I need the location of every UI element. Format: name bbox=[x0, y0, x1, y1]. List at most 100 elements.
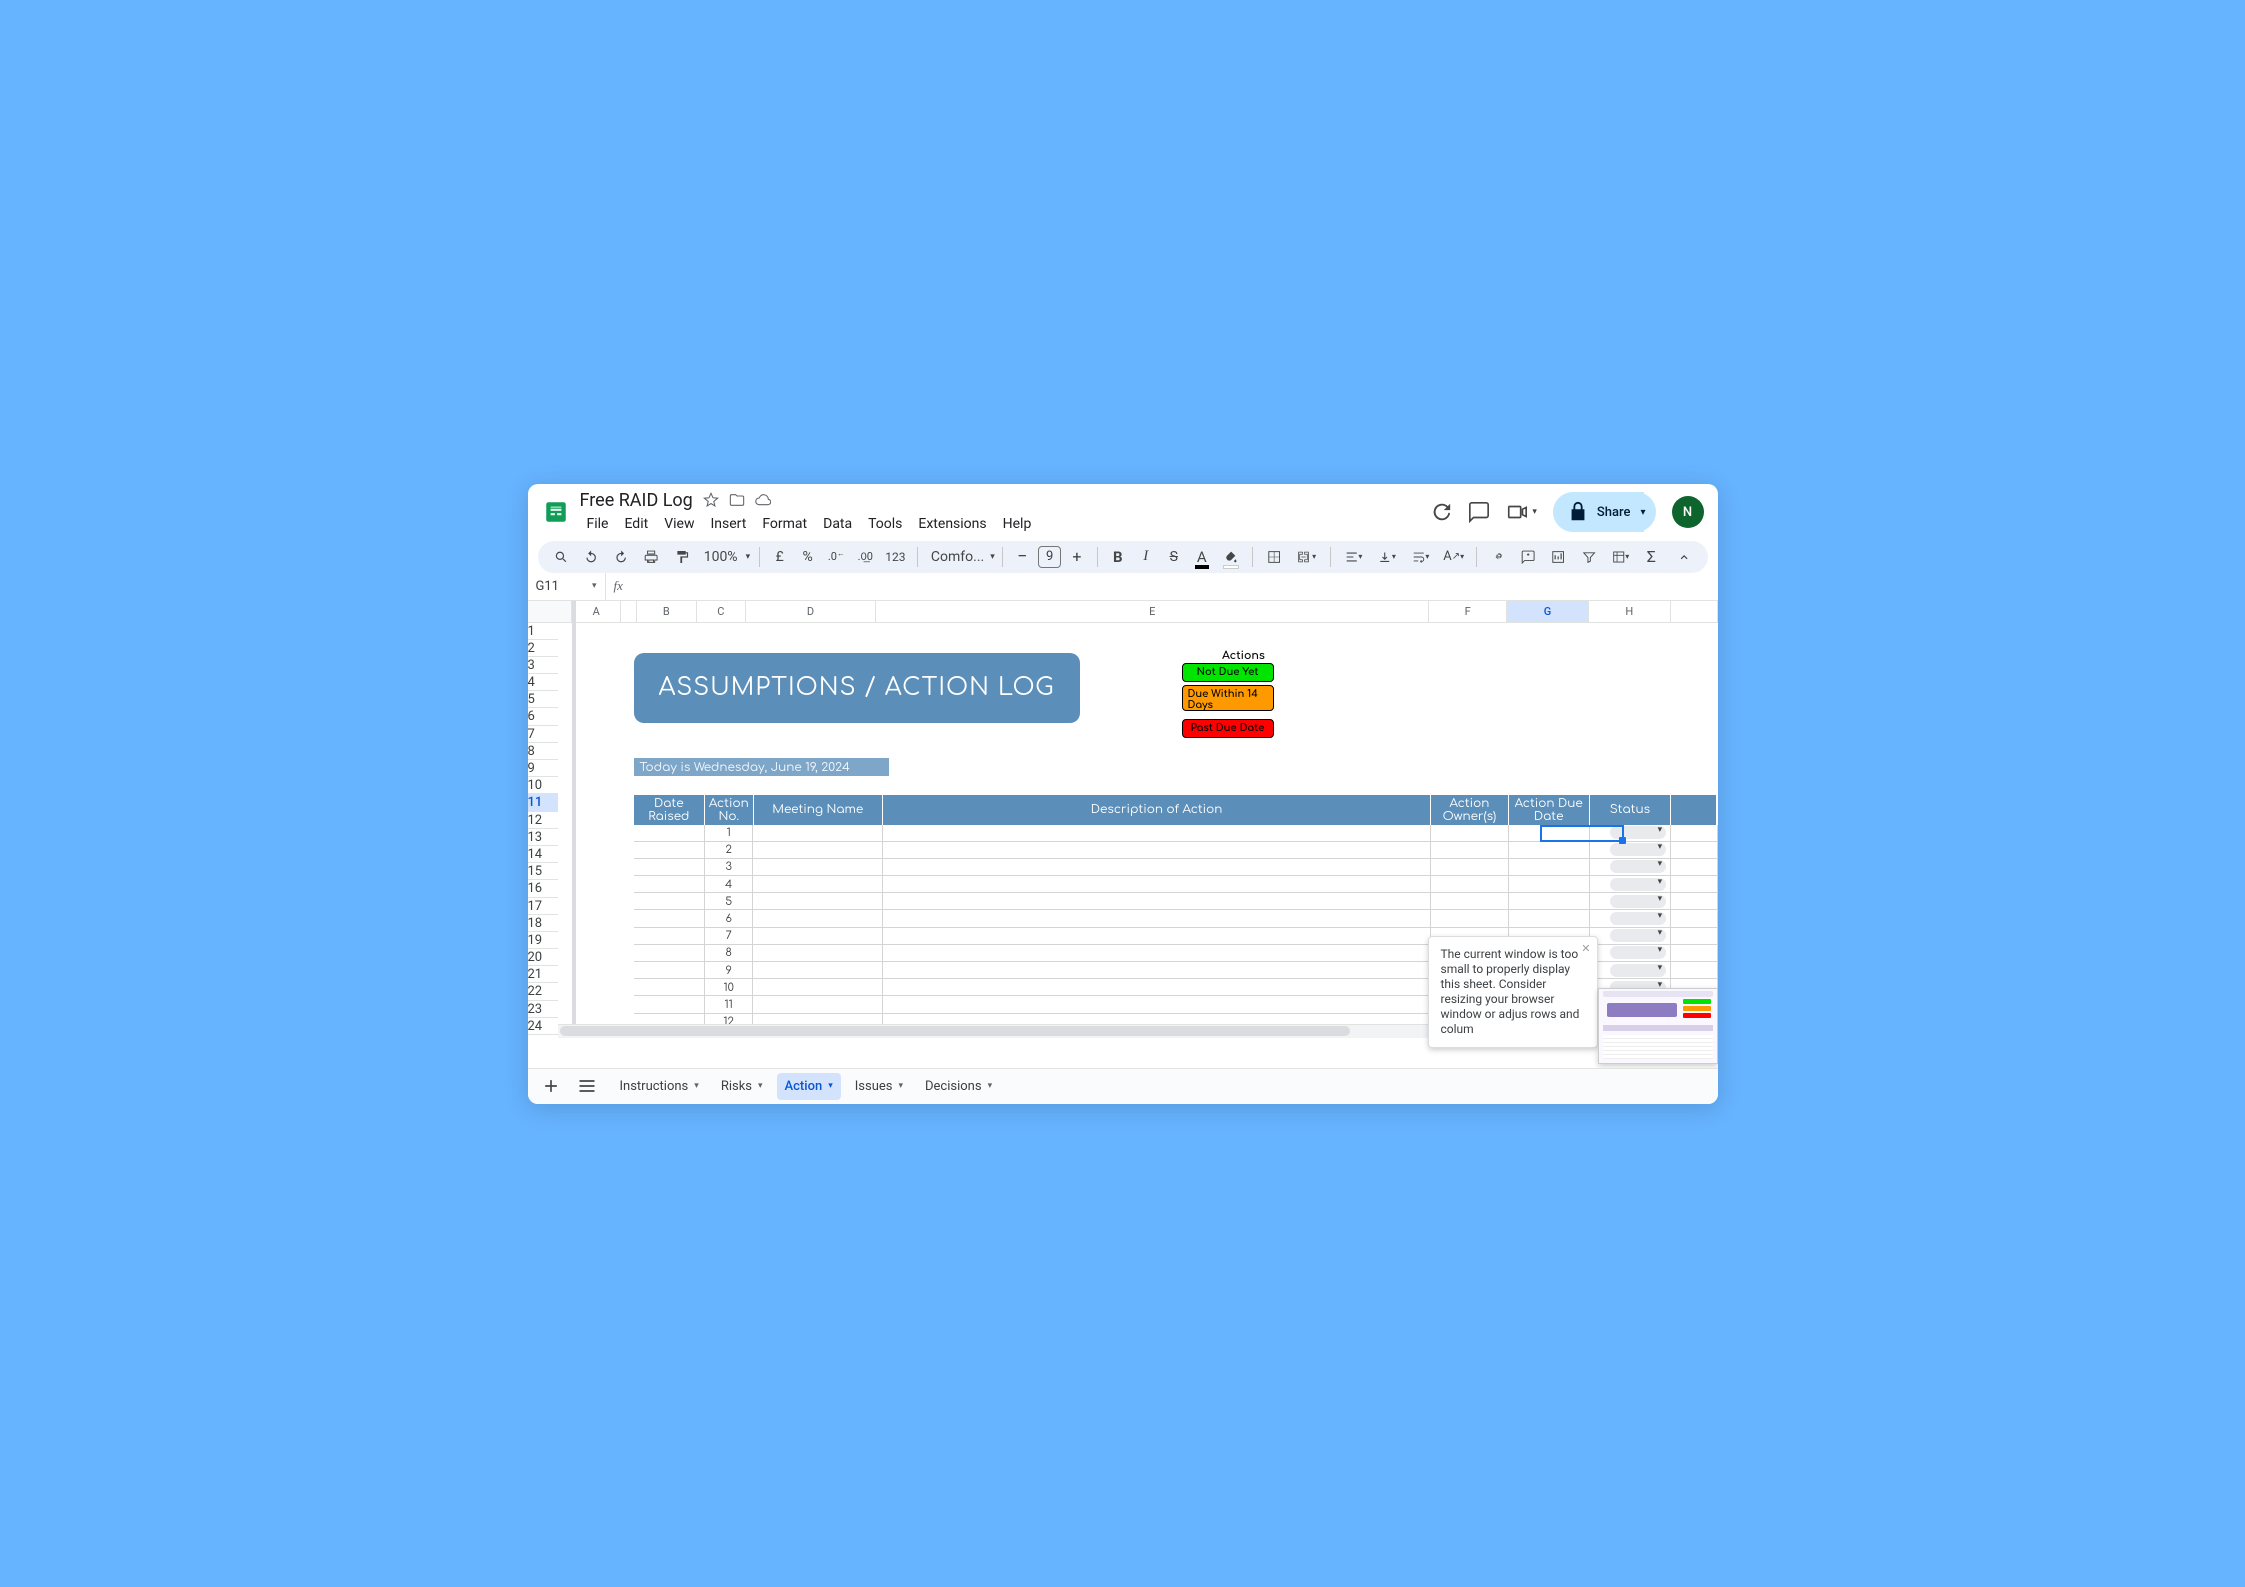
table-cell[interactable] bbox=[753, 910, 882, 926]
increase-decimal-button[interactable]: .0̲0 bbox=[853, 543, 877, 571]
row-header-19[interactable]: 19 bbox=[528, 932, 558, 949]
table-cell[interactable] bbox=[883, 876, 1432, 892]
status-dropdown-chip[interactable] bbox=[1610, 878, 1666, 891]
collapse-toolbar-icon[interactable] bbox=[1671, 543, 1697, 571]
menu-edit[interactable]: Edit bbox=[617, 513, 655, 535]
status-dropdown-chip[interactable] bbox=[1610, 946, 1666, 959]
table-cell[interactable] bbox=[753, 979, 882, 995]
table-cell[interactable] bbox=[634, 979, 706, 995]
row-header-18[interactable]: 18 bbox=[528, 915, 558, 932]
table-cell[interactable] bbox=[1590, 910, 1671, 926]
row-header-17[interactable]: 17 bbox=[528, 898, 558, 915]
text-color-button[interactable]: A bbox=[1190, 543, 1214, 571]
table-cell[interactable] bbox=[1671, 893, 1717, 909]
italic-button[interactable]: I bbox=[1134, 543, 1158, 571]
table-cell[interactable] bbox=[1671, 842, 1717, 858]
row-header-12[interactable]: 12 bbox=[528, 812, 558, 829]
table-cell[interactable] bbox=[753, 928, 882, 944]
paint-format-icon[interactable] bbox=[669, 543, 695, 571]
row-header-3[interactable]: 3 bbox=[528, 657, 558, 674]
increase-font-size[interactable]: + bbox=[1065, 543, 1089, 571]
table-cell[interactable] bbox=[1509, 825, 1590, 841]
table-cell[interactable] bbox=[883, 996, 1432, 1012]
menu-file[interactable]: File bbox=[580, 513, 616, 535]
cloud-status-icon[interactable] bbox=[755, 492, 771, 508]
table-row[interactable]: 1 bbox=[634, 825, 1718, 842]
sheet-tab-menu-icon[interactable]: ▾ bbox=[828, 1081, 833, 1091]
table-cell[interactable]: 9 bbox=[705, 962, 753, 978]
insert-chart-button[interactable] bbox=[1545, 543, 1571, 571]
status-dropdown-chip[interactable] bbox=[1610, 826, 1666, 839]
col-header-G[interactable]: G bbox=[1507, 601, 1589, 622]
filter-button[interactable] bbox=[1576, 543, 1602, 571]
search-menus-icon[interactable] bbox=[548, 543, 574, 571]
table-cell[interactable] bbox=[753, 859, 882, 875]
sheet-tab-menu-icon[interactable]: ▾ bbox=[694, 1081, 699, 1091]
table-cell[interactable] bbox=[1590, 876, 1671, 892]
last-edit-icon[interactable] bbox=[1430, 501, 1452, 523]
table-cell[interactable] bbox=[753, 876, 882, 892]
table-cell[interactable] bbox=[883, 842, 1432, 858]
menu-help[interactable]: Help bbox=[996, 513, 1039, 535]
table-cell[interactable] bbox=[1671, 962, 1717, 978]
sheet-tab-issues[interactable]: Issues▾ bbox=[847, 1073, 911, 1100]
comments-icon[interactable] bbox=[1468, 501, 1490, 523]
functions-button[interactable]: Σ bbox=[1639, 543, 1663, 571]
table-cell[interactable] bbox=[634, 876, 706, 892]
table-cell[interactable] bbox=[753, 996, 882, 1012]
table-cell[interactable] bbox=[1671, 910, 1717, 926]
table-cell[interactable] bbox=[634, 859, 706, 875]
row-header-24[interactable]: 24 bbox=[528, 1018, 558, 1035]
decrease-decimal-button[interactable]: .0← bbox=[824, 543, 850, 571]
table-cell[interactable] bbox=[883, 893, 1432, 909]
horizontal-align-button[interactable]: ▾ bbox=[1339, 543, 1368, 571]
table-cell[interactable]: 7 bbox=[705, 928, 753, 944]
row-header-21[interactable]: 21 bbox=[528, 966, 558, 983]
sheet-tab-action[interactable]: Action▾ bbox=[777, 1073, 841, 1100]
table-cell[interactable]: 2 bbox=[705, 842, 753, 858]
menu-tools[interactable]: Tools bbox=[861, 513, 909, 535]
table-cell[interactable] bbox=[1590, 859, 1671, 875]
insert-link-button[interactable] bbox=[1485, 543, 1511, 571]
menu-insert[interactable]: Insert bbox=[703, 513, 753, 535]
table-cell[interactable] bbox=[1509, 842, 1590, 858]
table-cell[interactable] bbox=[1509, 893, 1590, 909]
table-cell[interactable] bbox=[1509, 910, 1590, 926]
col-header-B[interactable]: B bbox=[637, 601, 697, 622]
table-cell[interactable]: 4 bbox=[705, 876, 753, 892]
row-header-20[interactable]: 20 bbox=[528, 949, 558, 966]
row-header-14[interactable]: 14 bbox=[528, 846, 558, 863]
status-dropdown-chip[interactable] bbox=[1610, 843, 1666, 856]
status-dropdown-chip[interactable] bbox=[1610, 964, 1666, 977]
col-header-F[interactable]: F bbox=[1429, 601, 1507, 622]
account-avatar[interactable]: N bbox=[1672, 496, 1704, 528]
row-header-2[interactable]: 2 bbox=[528, 640, 558, 657]
row-header-8[interactable]: 8 bbox=[528, 743, 558, 760]
table-cell[interactable]: 8 bbox=[705, 945, 753, 961]
col-header-D[interactable]: D bbox=[746, 601, 876, 622]
text-wrap-button[interactable]: ▾ bbox=[1406, 543, 1435, 571]
table-cell[interactable] bbox=[883, 979, 1432, 995]
table-cell[interactable] bbox=[1509, 876, 1590, 892]
table-cell[interactable] bbox=[753, 945, 882, 961]
row-header-9[interactable]: 9 bbox=[528, 760, 558, 777]
move-icon[interactable] bbox=[729, 492, 745, 508]
table-cell[interactable] bbox=[1431, 910, 1508, 926]
status-dropdown-chip[interactable] bbox=[1610, 860, 1666, 873]
table-cell[interactable] bbox=[753, 893, 882, 909]
row-header-10[interactable]: 10 bbox=[528, 777, 558, 794]
table-cell[interactable] bbox=[1590, 928, 1671, 944]
currency-button[interactable]: £ bbox=[768, 543, 792, 571]
table-cell[interactable] bbox=[1671, 945, 1717, 961]
table-cell[interactable]: 1 bbox=[705, 825, 753, 841]
table-cell[interactable] bbox=[1671, 825, 1717, 841]
col-header-C[interactable]: C bbox=[697, 601, 746, 622]
menu-view[interactable]: View bbox=[657, 513, 701, 535]
fill-color-button[interactable] bbox=[1218, 543, 1244, 571]
table-cell[interactable] bbox=[883, 825, 1432, 841]
row-header-1[interactable]: 1 bbox=[528, 623, 558, 640]
table-cell[interactable] bbox=[634, 945, 706, 961]
row-header-23[interactable]: 23 bbox=[528, 1001, 558, 1018]
col-header-H[interactable]: H bbox=[1589, 601, 1671, 622]
tooltip-close-icon[interactable]: ✕ bbox=[1581, 941, 1590, 956]
